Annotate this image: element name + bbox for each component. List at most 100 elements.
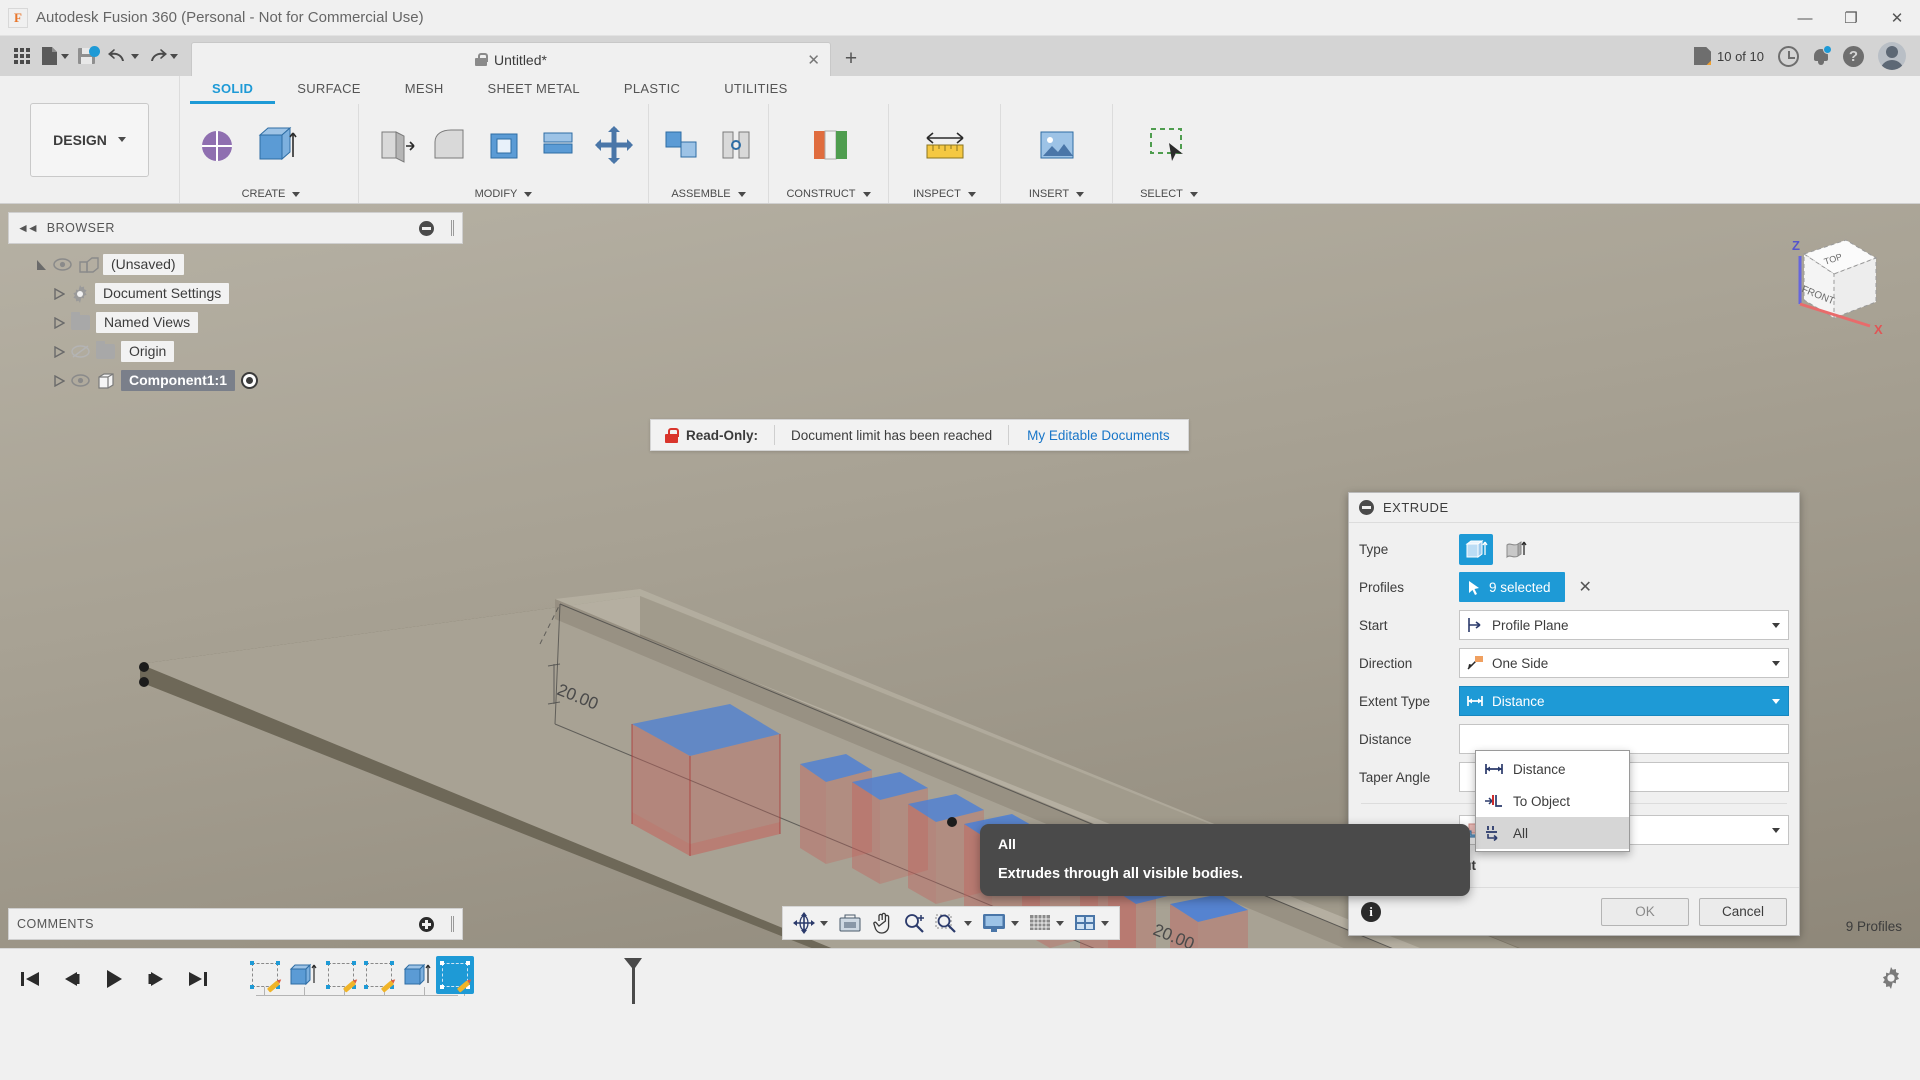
tab-utilities[interactable]: UTILITIES bbox=[702, 77, 809, 104]
go-to-beginning-icon[interactable] bbox=[18, 968, 42, 990]
minus-circle-icon[interactable] bbox=[419, 221, 434, 236]
editable-doc-count[interactable]: 10 of 10 bbox=[1694, 47, 1764, 65]
view-cube[interactable]: TOP FRONT Z X bbox=[1770, 218, 1890, 338]
visibility-eye-icon[interactable] bbox=[53, 258, 72, 271]
panel-resize-grip[interactable] bbox=[451, 220, 454, 236]
workspace-design-button[interactable]: DESIGN bbox=[30, 103, 149, 177]
timeline-node-sketch-2[interactable] bbox=[322, 956, 360, 994]
collapse-arrows-icon[interactable]: ◄◄ bbox=[17, 221, 37, 235]
tab-surface[interactable]: SURFACE bbox=[275, 77, 383, 104]
panel-select-label[interactable]: SELECT bbox=[1117, 184, 1221, 203]
panel-assemble-label[interactable]: ASSEMBLE bbox=[653, 184, 764, 203]
zoom-icon[interactable] bbox=[899, 908, 929, 938]
timeline-playhead-marker[interactable] bbox=[624, 958, 642, 1004]
tab-plastic[interactable]: PLASTIC bbox=[602, 77, 702, 104]
ok-button[interactable]: OK bbox=[1601, 898, 1689, 926]
expand-triangle-icon[interactable] bbox=[36, 259, 47, 271]
app-grid-icon[interactable] bbox=[8, 40, 36, 72]
fit-icon[interactable] bbox=[931, 908, 976, 938]
expand-triangle-icon[interactable] bbox=[54, 288, 65, 300]
maximize-button[interactable]: ❐ bbox=[1828, 0, 1874, 36]
visibility-hidden-eye-icon[interactable] bbox=[71, 345, 90, 358]
option-all[interactable]: All bbox=[1476, 817, 1629, 849]
display-settings-icon[interactable] bbox=[978, 908, 1023, 938]
press-pull-icon[interactable] bbox=[367, 114, 420, 176]
close-tab-button[interactable]: ✕ bbox=[807, 51, 820, 69]
timeline-settings-gear-icon[interactable] bbox=[1880, 967, 1902, 994]
undo-icon[interactable] bbox=[105, 40, 142, 72]
canvas-area[interactable]: 20.00 20.00 ◄◄ BROWSER bbox=[0, 204, 1920, 948]
cancel-button[interactable]: Cancel bbox=[1699, 898, 1787, 926]
tree-item-unsaved[interactable]: (Unsaved) bbox=[8, 250, 463, 279]
look-at-icon[interactable] bbox=[834, 908, 866, 938]
pan-icon[interactable] bbox=[868, 908, 897, 938]
move-copy-icon[interactable] bbox=[587, 114, 640, 176]
redo-icon[interactable] bbox=[144, 40, 181, 72]
tab-mesh[interactable]: MESH bbox=[383, 77, 466, 104]
timeline-node-sketch-4[interactable] bbox=[436, 956, 474, 994]
new-component-icon[interactable] bbox=[192, 114, 246, 176]
plus-circle-icon[interactable] bbox=[419, 917, 434, 932]
combine-icon[interactable] bbox=[532, 114, 585, 176]
close-window-button[interactable]: ✕ bbox=[1874, 0, 1920, 36]
measure-icon[interactable] bbox=[918, 114, 972, 176]
type-tapered-button[interactable] bbox=[1499, 534, 1533, 565]
minimize-button[interactable]: — bbox=[1782, 0, 1828, 36]
panel-construct-label[interactable]: CONSTRUCT bbox=[773, 184, 884, 203]
expand-triangle-icon[interactable] bbox=[54, 375, 65, 387]
visibility-eye-icon[interactable] bbox=[71, 374, 90, 387]
panel-modify-label[interactable]: MODIFY bbox=[363, 184, 644, 203]
select-icon[interactable] bbox=[1142, 114, 1196, 176]
timeline-node-sketch-3[interactable] bbox=[360, 956, 398, 994]
tab-solid[interactable]: SOLID bbox=[190, 77, 275, 104]
expand-triangle-icon[interactable] bbox=[54, 317, 65, 329]
go-to-end-icon[interactable] bbox=[186, 968, 210, 990]
step-forward-icon[interactable] bbox=[144, 968, 168, 990]
panel-insert-label[interactable]: INSERT bbox=[1005, 184, 1108, 203]
viewports-icon[interactable] bbox=[1070, 908, 1113, 938]
activate-component-icon[interactable] bbox=[241, 372, 258, 389]
joint-icon[interactable] bbox=[710, 114, 761, 176]
extrude-icon[interactable] bbox=[248, 114, 302, 176]
tree-item-origin[interactable]: Origin bbox=[8, 337, 463, 366]
extent-type-dropdown[interactable]: Distance bbox=[1459, 686, 1789, 716]
info-icon[interactable]: i bbox=[1361, 902, 1381, 922]
tree-item-named-views[interactable]: Named Views bbox=[8, 308, 463, 337]
new-component-assemble-icon[interactable] bbox=[657, 114, 708, 176]
option-to-object[interactable]: To Object bbox=[1476, 785, 1629, 817]
shell-icon[interactable] bbox=[477, 114, 530, 176]
timeline-node-sketch-1[interactable] bbox=[246, 956, 284, 994]
save-icon[interactable] bbox=[74, 40, 103, 72]
grid-snaps-icon[interactable] bbox=[1025, 908, 1068, 938]
orbit-icon[interactable] bbox=[789, 908, 832, 938]
tree-item-component1[interactable]: Component1:1 bbox=[8, 366, 463, 395]
panel-inspect-label[interactable]: INSPECT bbox=[893, 184, 996, 203]
bell-icon[interactable] bbox=[1813, 47, 1829, 65]
step-back-icon[interactable] bbox=[60, 968, 84, 990]
new-file-icon[interactable] bbox=[38, 40, 72, 72]
timeline-node-extrude-1[interactable] bbox=[284, 956, 322, 994]
expand-triangle-icon[interactable] bbox=[54, 346, 65, 358]
new-tab-button[interactable]: + bbox=[834, 42, 868, 76]
tab-sheet-metal[interactable]: SHEET METAL bbox=[466, 77, 602, 104]
play-icon[interactable] bbox=[102, 968, 126, 990]
start-dropdown[interactable]: Profile Plane bbox=[1459, 610, 1789, 640]
offset-plane-icon[interactable] bbox=[802, 114, 856, 176]
option-distance[interactable]: Distance bbox=[1476, 753, 1629, 785]
type-solid-button[interactable] bbox=[1459, 534, 1493, 565]
panel-create-label[interactable]: CREATE bbox=[188, 184, 354, 203]
clock-icon[interactable] bbox=[1778, 46, 1799, 67]
tree-item-document-settings[interactable]: Document Settings bbox=[8, 279, 463, 308]
avatar-icon[interactable] bbox=[1878, 42, 1906, 70]
clear-profiles-button[interactable]: ✕ bbox=[1579, 577, 1592, 597]
help-icon[interactable]: ? bbox=[1843, 46, 1864, 67]
direction-dropdown[interactable]: One Side bbox=[1459, 648, 1789, 678]
insert-mcmaster-icon[interactable] bbox=[1030, 114, 1084, 176]
my-editable-documents-link[interactable]: My Editable Documents bbox=[1009, 428, 1188, 443]
timeline-node-extrude-2[interactable] bbox=[398, 956, 436, 994]
minus-circle-icon[interactable] bbox=[1359, 500, 1374, 515]
fillet-icon[interactable] bbox=[422, 114, 475, 176]
document-tab-untitled[interactable]: Untitled* ✕ bbox=[191, 42, 831, 76]
profiles-select-button[interactable]: 9 selected bbox=[1459, 572, 1565, 602]
panel-resize-grip[interactable] bbox=[451, 916, 454, 932]
